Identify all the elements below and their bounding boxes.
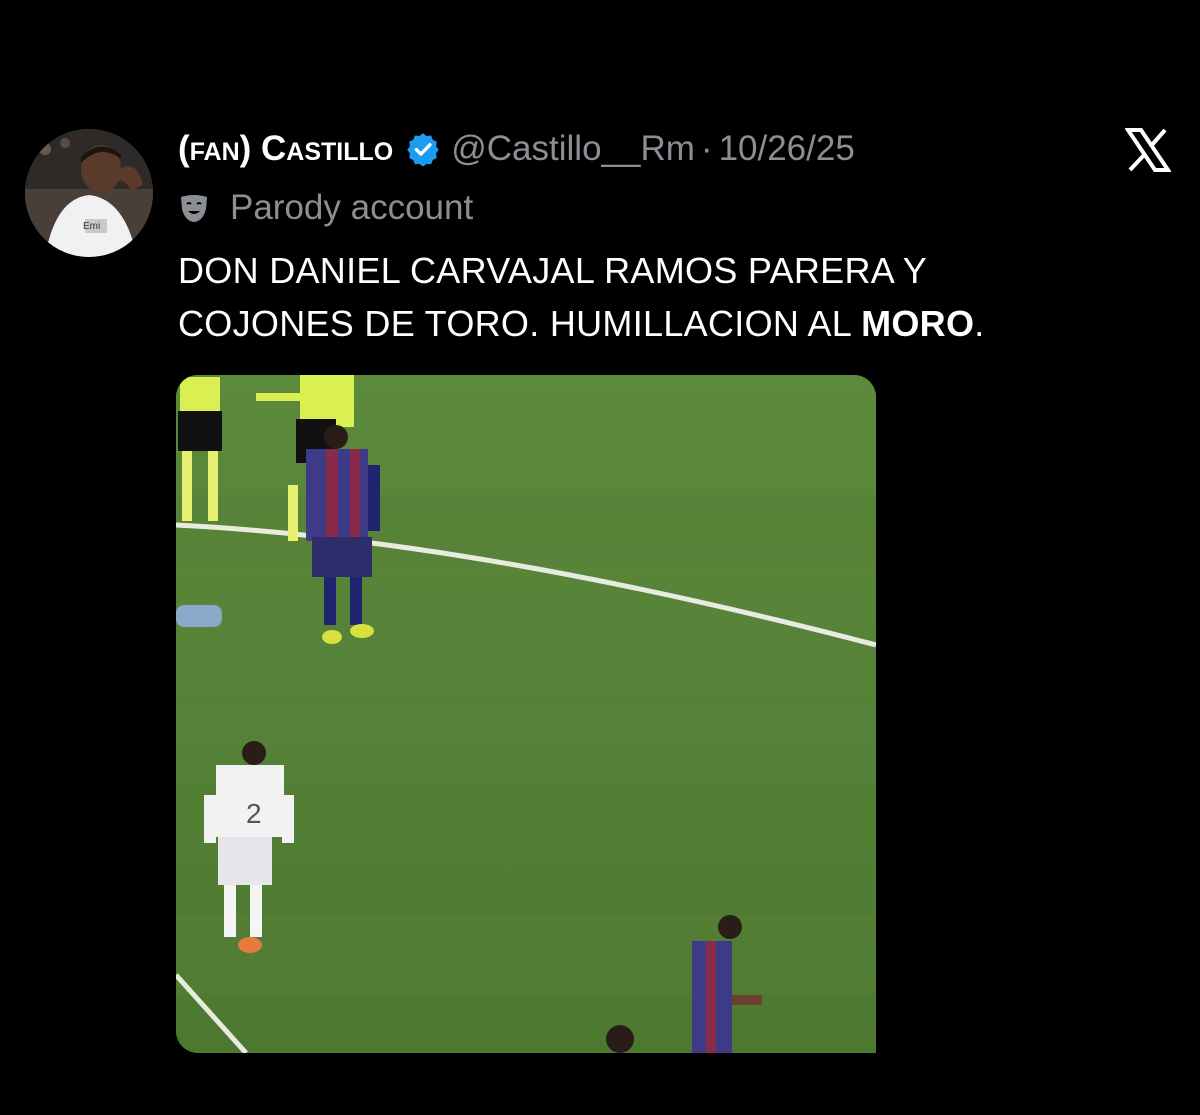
tweet-text-line-2: COJONES DE TORO. HUMILLACION AL MORO. [178, 297, 1168, 350]
parody-label-row: Parody account [178, 186, 473, 230]
tweet-header: (fan) Castillo @Castillo__Rm · 10/26/25 [178, 126, 855, 172]
user-handle[interactable]: @Castillo__Rm [451, 129, 695, 169]
media-image: 2 [176, 375, 876, 1053]
separator-dot: · [700, 129, 713, 168]
tweet-text-line-1: DON DANIEL CARVAJAL RAMOS PARERA Y [178, 250, 928, 291]
theater-mask-icon [178, 192, 210, 224]
tweet-text-bold-word: MORO [861, 303, 975, 344]
tweet-text: DON DANIEL CARVAJAL RAMOS PARERA Y COJON… [178, 244, 1168, 350]
tweet-card: Emi (fan) Castillo @Castillo__Rm · 10/26… [0, 0, 1200, 1115]
svg-text:Emi: Emi [83, 221, 100, 232]
avatar-image: Emi [25, 129, 153, 257]
tweet-date[interactable]: 10/26/25 [719, 129, 855, 169]
tweet-media[interactable]: 2 [176, 375, 876, 1053]
tweet-text-line-2-plain: COJONES DE TORO. HUMILLACION AL [178, 303, 862, 344]
fallen-player [176, 605, 222, 627]
avatar[interactable]: Emi [25, 129, 153, 257]
parody-label: Parody account [230, 188, 474, 227]
tweet-text-period: . [974, 303, 985, 344]
display-name[interactable]: (fan) Castillo [178, 129, 393, 169]
jersey-number: 2 [246, 798, 262, 829]
x-logo-icon [1124, 128, 1172, 172]
verified-badge-icon [405, 131, 441, 167]
